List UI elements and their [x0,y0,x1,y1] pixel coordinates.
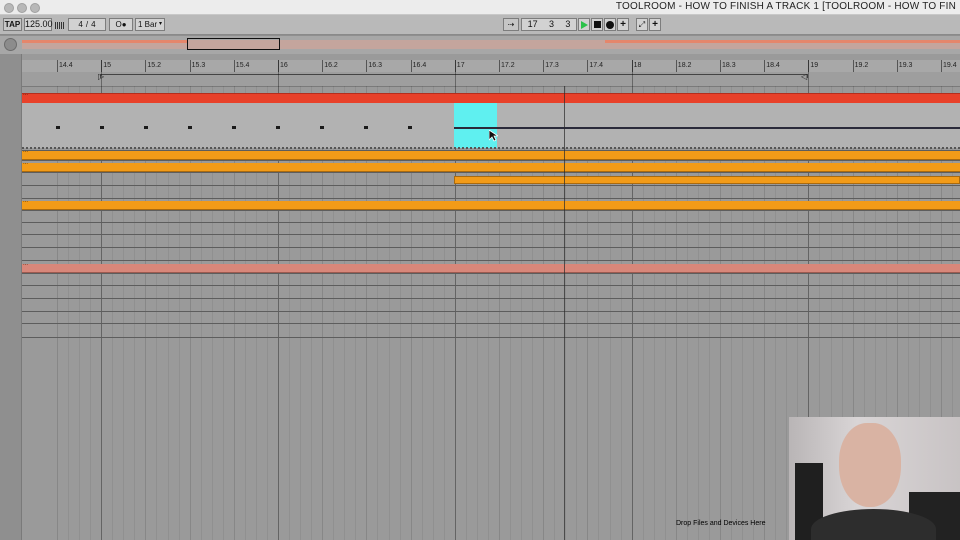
midi-note[interactable] [188,126,192,129]
midi-note[interactable] [276,126,280,129]
webcam-overlay [789,417,960,540]
midi-note[interactable] [56,126,60,129]
midi-note[interactable] [364,126,368,129]
clip-orange-3[interactable] [454,176,960,184]
midi-note[interactable] [144,126,148,129]
clip-orange-4[interactable]: ... [22,198,960,210]
clip-marker: ... [23,261,29,267]
midi-note[interactable] [408,126,412,129]
insert-marker [564,86,565,540]
clip-orange-2[interactable]: ... [22,160,960,172]
clip-marker: ... [23,91,29,97]
webcam-face [839,423,901,507]
clip-bottom-edge [22,147,960,149]
clip-marker: ... [23,160,29,166]
clip-marker: ... [23,198,29,204]
clip-salmon[interactable]: ... [22,261,960,273]
midi-note[interactable] [232,126,236,129]
midi-note[interactable] [100,126,104,129]
midi-note-long[interactable] [454,127,960,129]
midi-note[interactable] [320,126,324,129]
drop-files-hint: Drop Files and Devices Here [676,520,766,527]
mouse-cursor-icon [488,129,500,144]
clip-orange-1[interactable]: ... [22,148,960,160]
clip-marker: ... [23,148,29,154]
